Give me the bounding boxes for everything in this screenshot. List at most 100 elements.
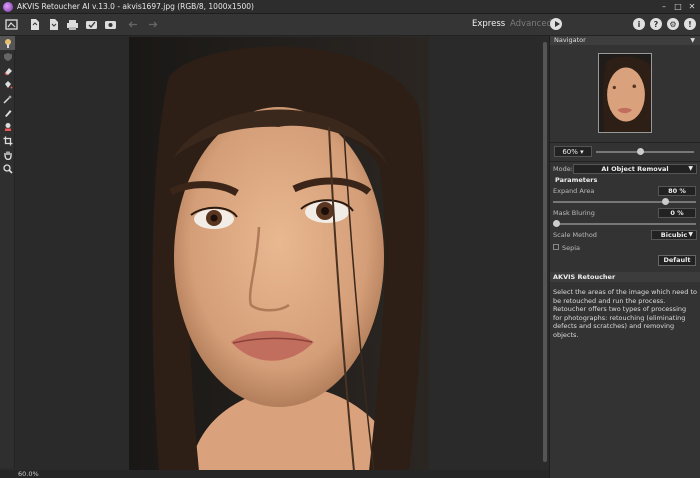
help-paragraph-1: Select the areas of the image which need…: [553, 288, 698, 305]
toolbar-right-icons: i ? ⚙ !: [633, 18, 696, 30]
shield-icon: [3, 53, 12, 61]
mask-blurring-input[interactable]: 0 %: [658, 208, 696, 218]
open-file-icon: [30, 19, 39, 30]
print-button[interactable]: [64, 17, 80, 33]
zoom-magnifier-icon: [2, 164, 13, 174]
preferences-gear-button[interactable]: ⚙: [667, 18, 679, 30]
zoom-slider-handle[interactable]: [637, 148, 644, 155]
sepia-checkbox[interactable]: [553, 244, 559, 250]
parameters-title: Parameters: [555, 176, 598, 184]
navigator-header[interactable]: Navigator ▼: [550, 36, 700, 45]
navigator-preview: [550, 45, 700, 141]
expand-area-input[interactable]: 80 %: [658, 186, 696, 196]
batch-icon: [85, 21, 97, 29]
expand-area-label: Expand Area: [553, 187, 595, 195]
app-logo-icon: [3, 1, 13, 12]
plugin-icon: [104, 21, 116, 29]
default-row: Default: [550, 254, 700, 269]
mode-row: Mode: AI Object Removal ▼: [550, 163, 700, 176]
window-controls: – □ ✕: [658, 1, 698, 12]
title-bar: AKVIS Retoucher AI v.13.0 - akvis1697.jp…: [0, 0, 700, 14]
help-title: AKVIS Retoucher: [550, 272, 700, 282]
save-button[interactable]: [45, 17, 61, 33]
mask-blurring-label: Mask Bluring: [553, 209, 595, 217]
minimize-button[interactable]: –: [658, 1, 670, 12]
brush-icon: [4, 110, 11, 117]
sepia-row: Sepia: [550, 242, 700, 254]
mask-blurring-row: Mask Bluring 0 %: [550, 207, 700, 219]
paint-bucket-icon: [4, 81, 12, 89]
portrait-photo[interactable]: [129, 37, 429, 471]
help-paragraph-2: Retoucher offers two types of processing…: [553, 305, 687, 339]
hand-tool[interactable]: [0, 148, 15, 162]
navigator-zoom-row: 60% ▾: [550, 144, 700, 160]
stamp-icon: [4, 123, 11, 131]
close-button[interactable]: ✕: [686, 1, 698, 12]
bucket-tool[interactable]: [0, 78, 15, 92]
window-title: AKVIS Retoucher AI v.13.0 - akvis1697.jp…: [17, 2, 254, 11]
mode-label: Mode:: [553, 165, 573, 173]
sepia-label: Sepia: [562, 244, 581, 252]
status-zoom: 60.0%: [18, 470, 39, 478]
tools-panel: [0, 36, 15, 468]
notifications-button[interactable]: !: [684, 18, 696, 30]
info-button[interactable]: i: [633, 18, 645, 30]
canvas-vertical-scrollbar[interactable]: [541, 36, 549, 470]
home-button[interactable]: [3, 17, 19, 33]
expand-area-row: Expand Area 80 %: [550, 185, 700, 197]
advanced-mode-tab[interactable]: Advanced: [510, 19, 552, 29]
redo-arrow-icon: [148, 21, 157, 28]
mask-tool[interactable]: [0, 50, 15, 64]
run-button[interactable]: [550, 18, 562, 30]
undo-button[interactable]: [125, 17, 141, 33]
expand-area-slider[interactable]: [553, 201, 696, 203]
mode-dropdown[interactable]: AI Object Removal ▼: [573, 164, 697, 174]
express-mode-tab[interactable]: Express: [472, 19, 505, 29]
stamp-tool[interactable]: [0, 120, 15, 134]
maximize-button[interactable]: □: [672, 1, 684, 12]
navigator-thumbnail-image: [599, 54, 651, 132]
zoom-slider-track[interactable]: [596, 151, 694, 153]
parameters-section: Parameters: [550, 176, 700, 185]
default-button[interactable]: Default: [658, 255, 696, 266]
batch-button[interactable]: [83, 17, 99, 33]
zoom-tool[interactable]: [0, 162, 15, 176]
zoom-dropdown[interactable]: 60% ▾: [554, 146, 592, 157]
chevron-down-icon: ▼: [688, 231, 693, 238]
crop-icon: [3, 136, 12, 146]
magic-wand-icon: [2, 95, 12, 104]
undo-arrow-icon: [128, 21, 137, 28]
help-text: Select the areas of the image which need…: [550, 282, 700, 339]
expand-area-slider-handle[interactable]: [661, 198, 669, 205]
navigator-thumbnail[interactable]: [598, 53, 652, 133]
open-button[interactable]: [26, 17, 42, 33]
help-button[interactable]: ?: [650, 18, 662, 30]
printer-icon: [66, 20, 78, 30]
magic-brush-icon: [4, 39, 11, 48]
collapse-arrow-icon[interactable]: ▼: [690, 36, 695, 45]
plugin-button[interactable]: [102, 17, 118, 33]
eraser-tool[interactable]: [0, 64, 15, 78]
settings-panel: Navigator ▼ 60% ▾ Mode: AI Object Remova…: [549, 36, 700, 478]
scale-method-label: Scale Method: [553, 231, 597, 239]
scrollbar-thumb[interactable]: [543, 42, 547, 462]
crop-tool[interactable]: [0, 134, 15, 148]
save-file-icon: [49, 19, 58, 30]
ai-removal-tool[interactable]: [0, 36, 15, 50]
main-toolbar: Express Advanced i ? ⚙ !: [0, 14, 700, 36]
chevron-down-icon: ▼: [688, 165, 693, 172]
mask-blurring-slider-row: [550, 219, 700, 229]
status-bar: 60.0%: [0, 470, 549, 478]
image-canvas[interactable]: [16, 36, 541, 471]
hand-icon: [3, 151, 12, 160]
brush-tool[interactable]: [0, 106, 15, 120]
navigator-title: Navigator: [554, 36, 586, 44]
scale-method-dropdown[interactable]: Bicubic ▼: [651, 230, 697, 240]
redo-button[interactable]: [144, 17, 160, 33]
home-icon: [4, 19, 18, 30]
mask-blurring-slider[interactable]: [553, 223, 696, 225]
expand-area-slider-row: [550, 197, 700, 207]
mask-blurring-slider-handle[interactable]: [553, 220, 560, 227]
magic-wand-tool[interactable]: [0, 92, 15, 106]
portrait-image: [129, 37, 429, 471]
